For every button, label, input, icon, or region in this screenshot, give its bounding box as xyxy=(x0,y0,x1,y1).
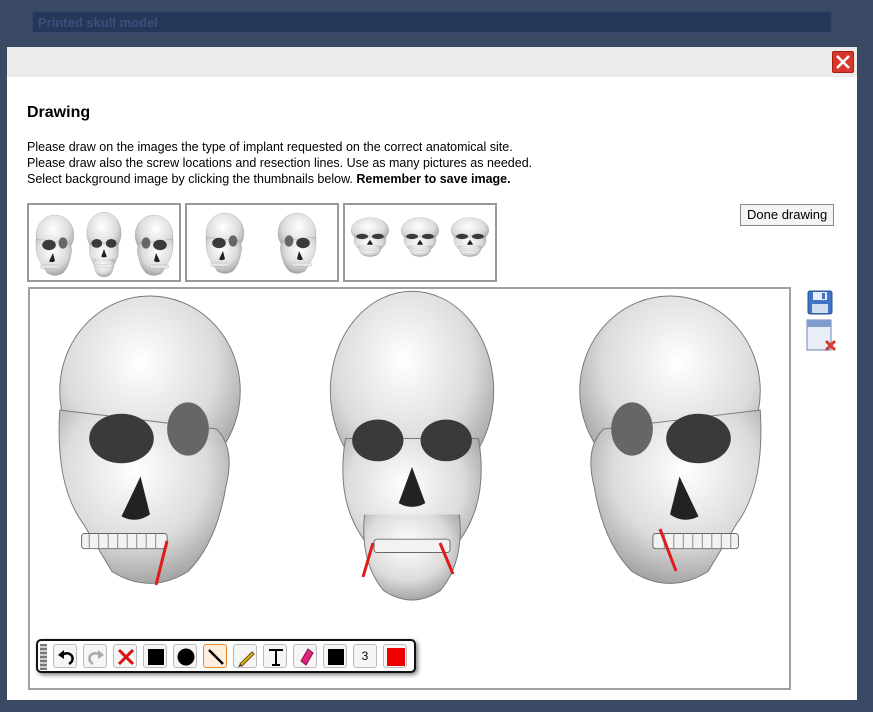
text-tool-icon xyxy=(269,649,283,666)
instructions: Please draw on the images the type of im… xyxy=(27,139,532,187)
background-window-title-bar: Printed skull model xyxy=(32,11,832,33)
delete-button[interactable] xyxy=(113,644,137,668)
line-tool-icon xyxy=(208,649,224,665)
clear-image-icon[interactable] xyxy=(806,319,837,352)
circle-shape-button[interactable] xyxy=(173,644,197,668)
toolbar-drag-handle[interactable] xyxy=(40,644,47,670)
line-tool-button[interactable] xyxy=(203,644,227,668)
thumbnail-skull-three-views[interactable] xyxy=(27,203,181,282)
dialog-heading: Drawing xyxy=(27,104,91,121)
skull-inferior-thumbnail-image xyxy=(350,217,490,257)
delete-icon xyxy=(117,648,135,666)
skull-background-image xyxy=(58,290,762,601)
instruction-line-3-text: Select background image by clicking the … xyxy=(27,172,357,186)
fill-color-button[interactable] xyxy=(323,644,347,668)
undo-button[interactable] xyxy=(53,644,77,668)
circle-shape-icon xyxy=(177,648,195,666)
stroke-width-button[interactable]: 3 xyxy=(353,644,377,668)
drawing-toolbar: 3 xyxy=(36,639,416,673)
stroke-color-button[interactable] xyxy=(383,644,407,668)
instruction-line-2: Please draw also the screw locations and… xyxy=(27,156,533,170)
eraser-button[interactable] xyxy=(293,644,317,668)
skull-three-views-thumbnail-image xyxy=(35,211,174,278)
drawing-dialog: Drawing Please draw on the images the ty… xyxy=(7,47,857,700)
eraser-icon xyxy=(300,648,314,666)
done-drawing-button[interactable]: Done drawing xyxy=(740,204,835,226)
close-button[interactable] xyxy=(832,51,854,73)
pencil-button[interactable] xyxy=(233,644,257,668)
square-shape-icon xyxy=(148,649,164,665)
pencil-icon xyxy=(238,651,255,667)
skull-oblique-thumbnail-image xyxy=(205,212,317,274)
drawing-canvas[interactable]: 3 xyxy=(28,287,791,690)
dialog-title-bar xyxy=(7,47,857,77)
text-tool-button[interactable] xyxy=(263,644,287,668)
save-icon[interactable] xyxy=(806,288,834,318)
stroke-color-swatch xyxy=(387,648,405,666)
redo-icon xyxy=(88,650,104,666)
save-reminder: Remember to save image. xyxy=(356,172,511,186)
undo-icon xyxy=(58,650,74,666)
instruction-line-3: Select background image by clicking the … xyxy=(27,171,532,187)
thumbnail-skull-two-oblique-views[interactable] xyxy=(185,203,339,282)
fill-color-swatch xyxy=(328,649,344,665)
redo-button[interactable] xyxy=(83,644,107,668)
thumbnail-skull-inferior-views[interactable] xyxy=(343,203,497,282)
background-window-title: Printed skull model xyxy=(38,15,158,30)
stroke-width-value: 3 xyxy=(361,649,369,663)
instruction-line-1: Please draw on the images the type of im… xyxy=(27,140,513,154)
square-shape-button[interactable] xyxy=(143,644,167,668)
close-icon xyxy=(836,55,850,69)
